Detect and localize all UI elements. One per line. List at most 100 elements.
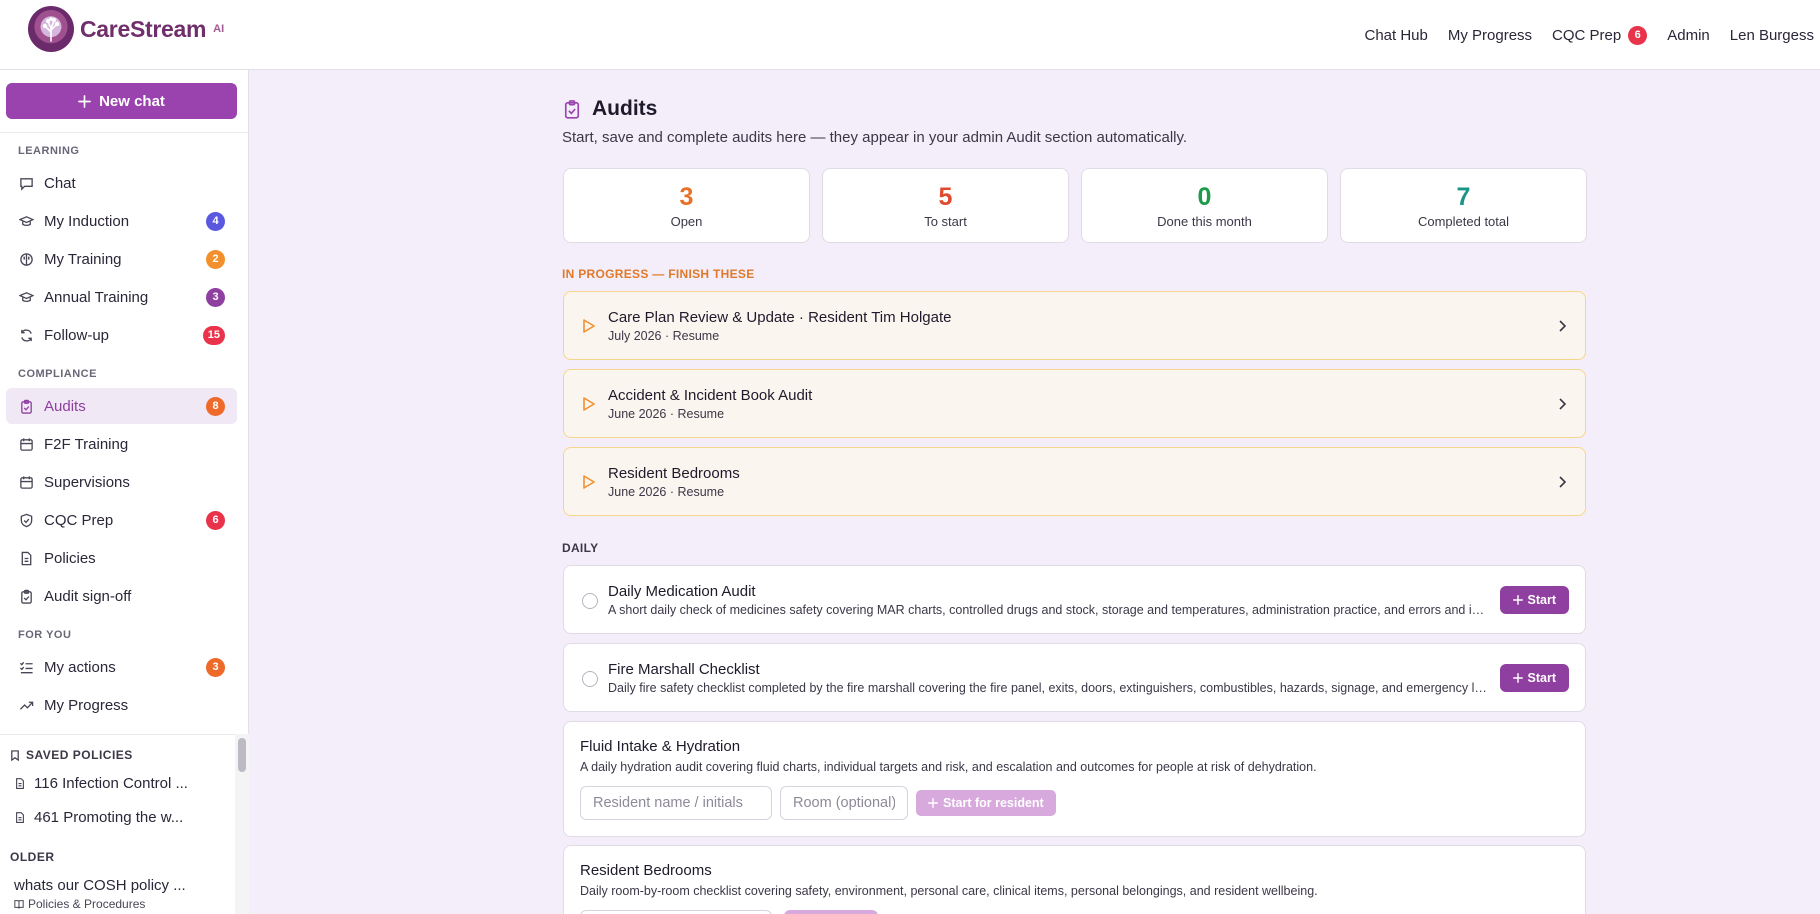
stat-label: To start [924,214,967,229]
saved-policy-item[interactable]: 461 Promoting the w... [14,809,183,826]
chevron-right-icon [1557,475,1567,494]
start-audit-label: Start [1527,671,1556,685]
page-subtitle: Start, save and complete audits here — t… [562,129,1188,146]
clipboard-check-icon [562,99,582,119]
sidebar-item-chat[interactable]: Chat [6,165,237,201]
sidebar-item-my-progress[interactable]: My Progress [6,687,237,723]
start-for-resident-button[interactable] [784,910,878,914]
page-header: Audits [562,97,657,121]
daily-label: DAILY [562,541,599,555]
start-audit-button[interactable]: Start [1499,664,1569,692]
older-label: OLDER [10,850,55,864]
page-title: Audits [592,97,658,120]
brand-logo[interactable]: CareStream AI [28,6,224,52]
stat-card-open: 3 Open [563,168,810,243]
sidebar-item-audit-sign-off[interactable]: Audit sign-off [6,578,237,614]
divider [0,132,248,133]
sidebar-item-annual-training[interactable]: Annual Training 3 [6,279,237,315]
brain-icon [18,251,34,267]
in-progress-audit-card[interactable]: Care Plan Review & Update · Resident Tim… [563,291,1586,360]
new-chat-button[interactable]: New chat [6,83,237,119]
sidebar-item-label: My actions [44,658,116,676]
sidebar-item-label: Policies [44,549,96,567]
stat-label: Completed total [1417,214,1510,229]
nav-chat-hub[interactable]: Chat Hub [1364,27,1427,44]
sidebar-item-my-training[interactable]: My Training 2 [6,241,237,277]
play-icon [582,474,596,495]
calendar-icon [18,436,34,452]
saved-policy-item[interactable]: 116 Infection Control ... [14,775,188,792]
saved-policy-label: 116 Infection Control ... [34,775,188,792]
audit-title: Care Plan Review & Update · Resident Tim… [608,309,952,326]
chevron-right-icon [1557,397,1567,416]
sidebar-item-my-actions[interactable]: My actions 3 [6,649,237,685]
resident-audit-card: Resident Bedrooms Daily room-by-room che… [563,845,1586,914]
count-badge: 15 [202,325,225,345]
audit-title: Fluid Intake & Hydration [580,738,741,755]
document-icon [16,778,24,789]
bookmark-icon [11,749,19,761]
audit-meta: July 2026 · Resume [608,329,720,343]
audit-title: Daily Medication Audit [608,583,756,600]
start-for-resident-button[interactable]: Start for resident [916,790,1056,816]
sidebar-item-policies[interactable]: Policies [6,540,237,576]
audit-title: Resident Bedrooms [608,465,740,482]
user-menu[interactable]: Len Burgess [1730,27,1814,44]
stat-card-to-start: 5 To start [822,168,1069,243]
cqc-prep-badge: 6 [1628,25,1648,45]
start-audit-button[interactable]: Start [1499,586,1569,614]
graduation-cap-icon [18,213,34,229]
book-icon [14,900,24,909]
play-icon [582,318,596,339]
audit-description: Daily fire safety checklist completed by… [608,681,1488,695]
section-label-learning: LEARNING [18,145,80,157]
in-progress-audit-card[interactable]: Resident Bedrooms June 2026 · Resume [563,447,1586,516]
sidebar-item-my-induction[interactable]: My Induction 4 [6,203,237,239]
sidebar-item-label: Chat [44,174,76,192]
sidebar-item-label: Follow-up [44,326,110,344]
document-icon [16,812,24,823]
top-nav: Chat Hub My Progress CQC Prep 6 Admin Len… [1364,0,1814,70]
audit-title: Fire Marshall Checklist [608,661,760,678]
nav-admin[interactable]: Admin [1667,27,1710,44]
count-badge: 6 [206,510,225,530]
shield-check-icon [18,512,34,528]
sidebar-scrollbar-thumb[interactable] [238,738,246,772]
daily-audit-card: Daily Medication Audit A short daily che… [563,565,1586,634]
sidebar-item-label: My Training [44,250,122,268]
count-badge: 3 [206,657,225,677]
plus-icon [78,94,91,108]
sidebar-item-audits[interactable]: Audits 8 [6,388,237,424]
nav-my-progress[interactable]: My Progress [1448,27,1532,44]
sidebar-item-supervisions[interactable]: Supervisions [6,464,237,500]
sidebar-item-cqc-prep[interactable]: CQC Prep 6 [6,502,237,538]
sidebar-item-label: F2F Training [44,435,129,453]
plus-icon [928,798,938,808]
audit-meta: June 2026 · Resume [608,485,725,499]
in-progress-audit-card[interactable]: Accident & Incident Book Audit June 2026… [563,369,1586,438]
sidebar-item-f2f-training[interactable]: F2F Training [6,426,237,462]
count-badge: 4 [206,211,225,231]
sidebar-item-label: Audits [44,397,86,415]
trending-up-icon [18,697,34,713]
in-progress-label: IN PROGRESS — FINISH THESE [562,267,755,281]
sidebar-item-follow-up[interactable]: Follow-up 15 [6,317,237,353]
audit-description: A short daily check of medicines safety … [608,603,1488,617]
audit-description: A daily hydration audit covering fluid c… [580,760,1317,774]
audit-title: Resident Bedrooms [580,862,712,879]
nav-cqc-prep[interactable]: CQC Prep 6 [1552,25,1648,45]
chat-history-category-label: Policies & Procedures [28,897,146,911]
sidebar-item-label: My Induction [44,212,130,230]
chat-history-item[interactable]: whats our COSH policy ... [14,877,186,894]
section-label-for-you: FOR YOU [18,629,72,641]
chat-history-category: Policies & Procedures [14,897,145,911]
stat-value: 7 [1456,183,1471,211]
stat-card-completed-total: 7 Completed total [1340,168,1587,243]
room-input[interactable] [780,786,908,820]
resident-name-input[interactable] [580,910,772,914]
count-badge: 2 [206,249,225,269]
resident-name-input[interactable] [580,786,772,820]
list-check-icon [18,659,34,675]
calendar-icon [18,474,34,490]
chat-bubble-icon [18,175,34,191]
